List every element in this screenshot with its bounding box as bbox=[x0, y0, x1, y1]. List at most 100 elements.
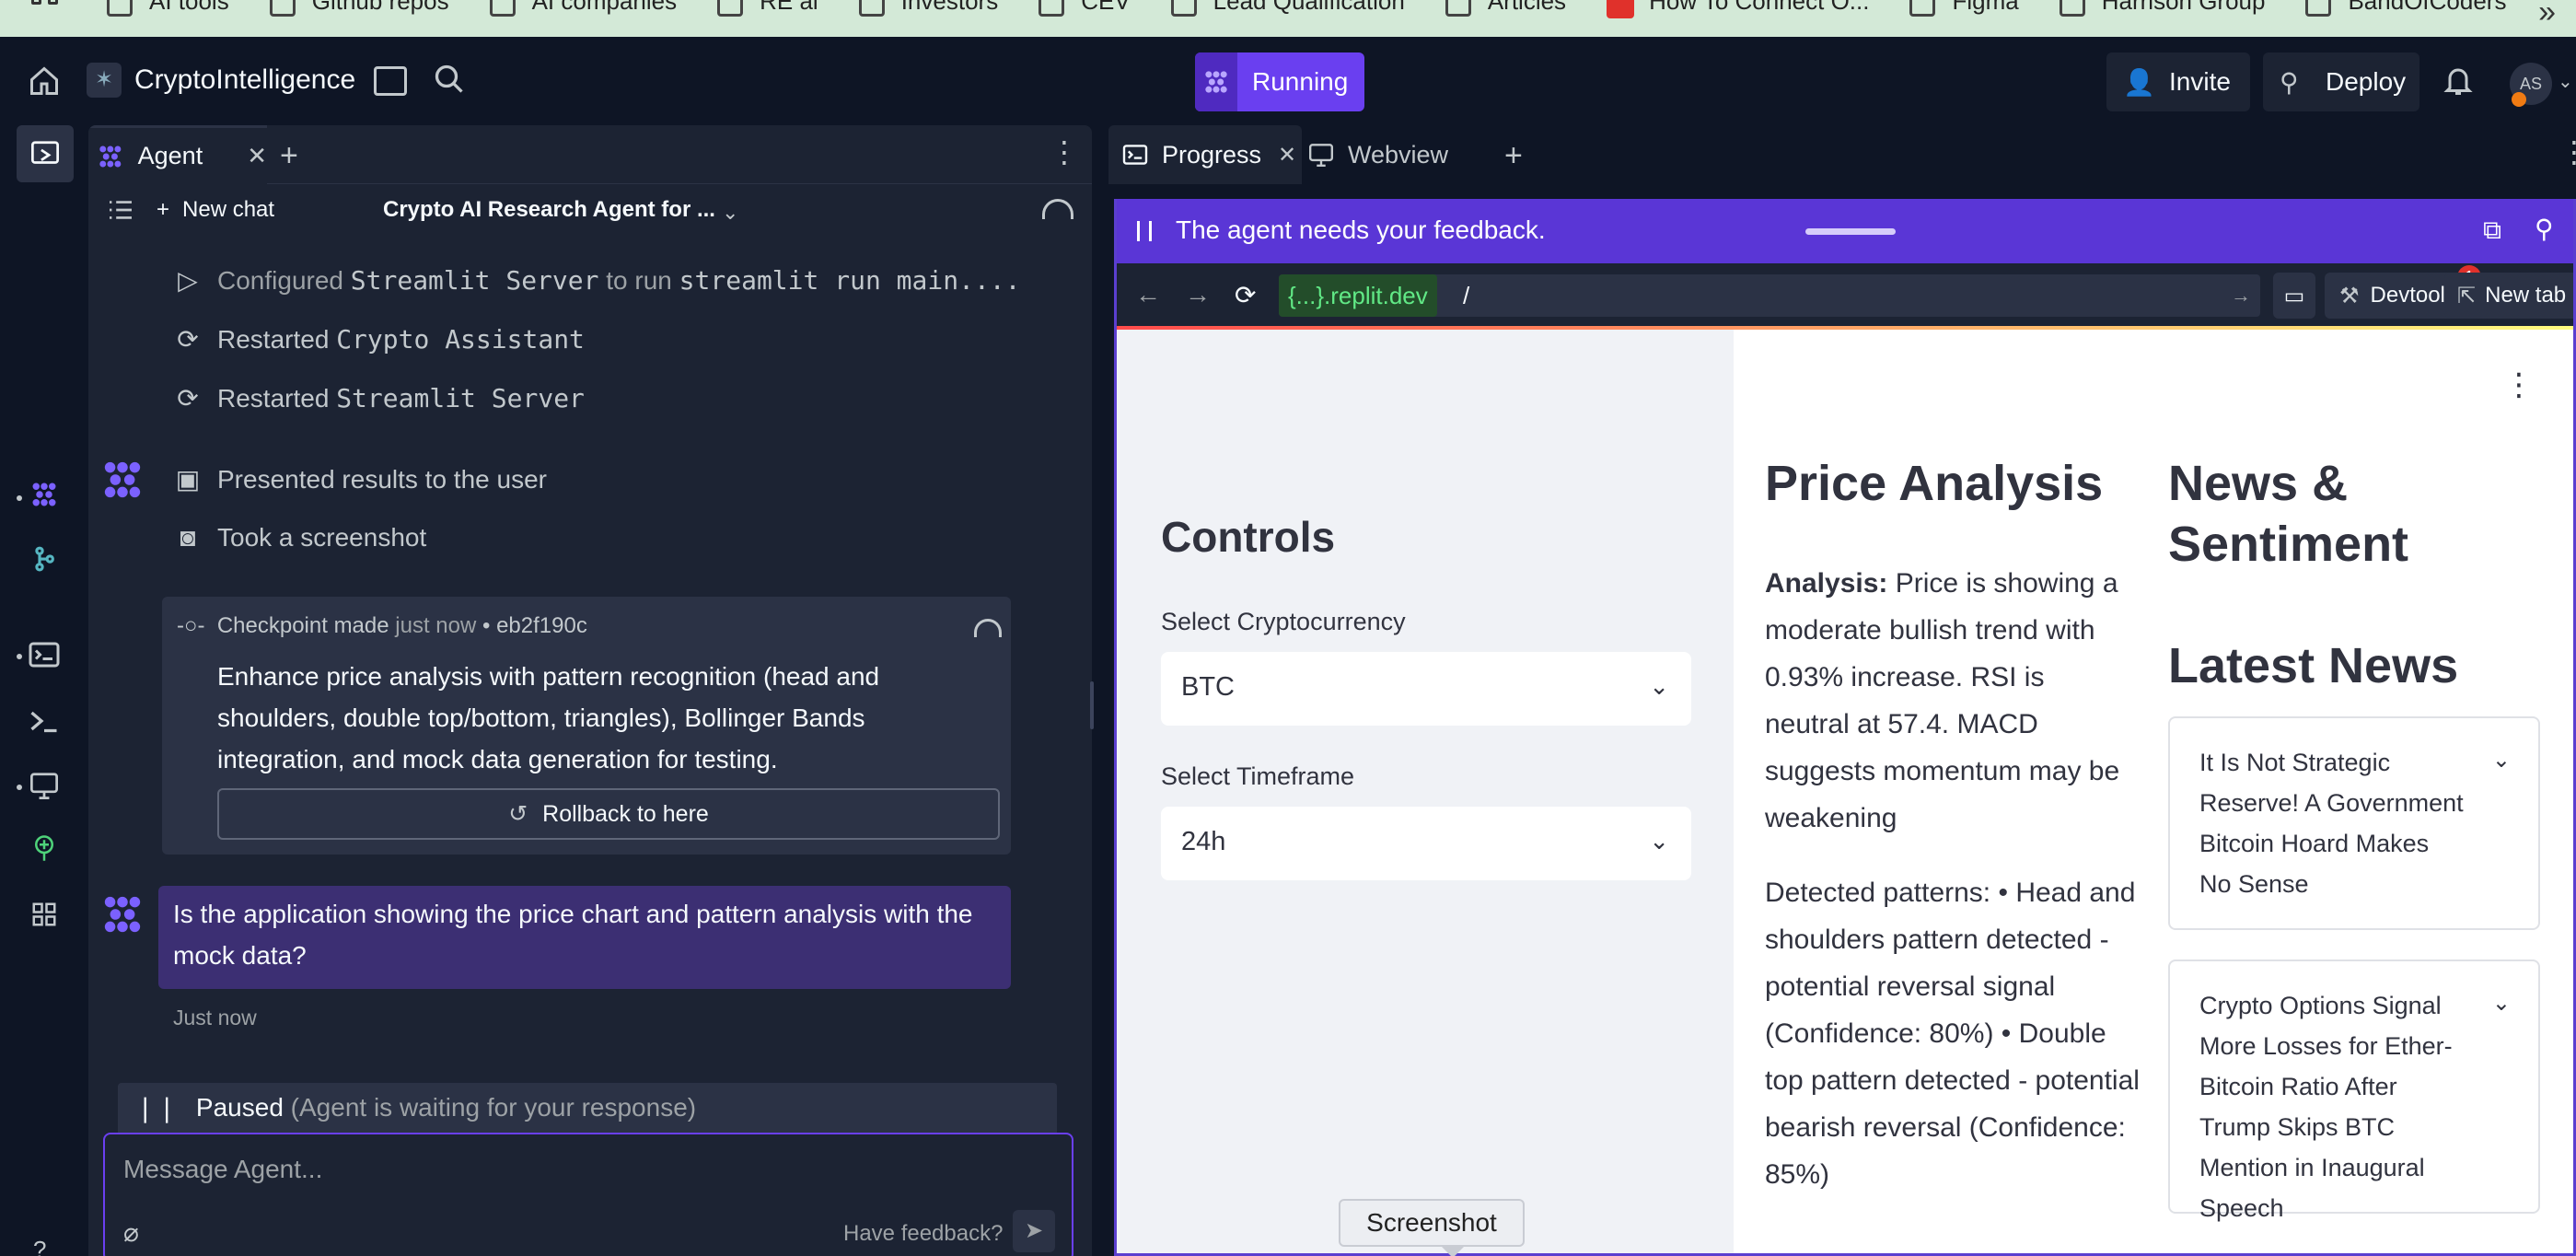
app-menu-icon[interactable]: ⋮ bbox=[2503, 366, 2535, 403]
usage-gauge-icon[interactable] bbox=[1042, 199, 1073, 219]
files-icon[interactable] bbox=[374, 66, 407, 96]
log-item-restarted-server[interactable]: ⟳ Restarted Streamlit Server bbox=[171, 383, 585, 413]
forward-icon[interactable]: → bbox=[1185, 280, 1211, 309]
bookmark-label: Harrison Group bbox=[2101, 0, 2266, 15]
drag-handle[interactable] bbox=[1805, 228, 1896, 235]
chat-toolbar: + New chat Crypto AI Research Agent for .… bbox=[88, 184, 1092, 243]
rail-indicator bbox=[17, 654, 22, 659]
new-chat-button[interactable]: + New chat bbox=[157, 197, 274, 223]
paused-status-bar: ❘❘ Paused (Agent is waiting for your res… bbox=[118, 1083, 1057, 1133]
more-bookmarks-icon[interactable]: » bbox=[2538, 0, 2556, 30]
plus-icon: + bbox=[157, 197, 170, 222]
chevron-down-icon[interactable]: ⌄ bbox=[722, 201, 738, 225]
bookmark-github-repos[interactable]: Github repos bbox=[269, 0, 449, 24]
log-item-configured[interactable]: ▷ Configured Streamlit Server to run str… bbox=[171, 265, 1020, 296]
crypto-select[interactable]: BTC ⌄ bbox=[1161, 652, 1691, 726]
bookmark-articles[interactable]: Articles bbox=[1445, 0, 1566, 24]
agent-avatar-icon bbox=[104, 461, 141, 498]
chat-title[interactable]: Crypto AI Research Agent for ... bbox=[383, 197, 715, 223]
add-tab-icon[interactable]: + bbox=[1504, 138, 1523, 174]
chevron-down-icon: ⌄ bbox=[1649, 672, 1669, 700]
bookmarks-bar: AI tools Github repos AI companies RE ai… bbox=[0, 0, 2576, 37]
timeframe-select[interactable]: 24h ⌄ bbox=[1161, 807, 1691, 880]
tab-webview[interactable]: Webview bbox=[1304, 125, 1488, 184]
shell-icon[interactable] bbox=[28, 707, 61, 735]
timeframe-select-value: 24h bbox=[1181, 827, 1226, 856]
reload-icon[interactable]: ⟳ bbox=[1235, 280, 1256, 310]
rollback-button[interactable]: ↺ Rollback to here bbox=[217, 788, 1000, 840]
bookmark-how-to-connect[interactable]: How To Connect O... bbox=[1607, 0, 1869, 24]
invite-button[interactable]: 👤 Invite bbox=[2106, 52, 2250, 111]
agent-view-button[interactable] bbox=[17, 125, 74, 182]
help-icon[interactable]: ? bbox=[33, 1236, 46, 1256]
log-code: Streamlit Server bbox=[350, 265, 599, 296]
open-external-icon[interactable]: ⧉ bbox=[2483, 215, 2501, 246]
bookmark-label: RE ai bbox=[760, 0, 818, 15]
running-label: Running bbox=[1252, 67, 1349, 96]
device-size-button[interactable]: ▭ bbox=[2273, 273, 2315, 319]
webview-icon[interactable] bbox=[28, 772, 61, 799]
paperclip-icon[interactable]: ⌀ bbox=[123, 1217, 139, 1248]
git-icon[interactable] bbox=[28, 545, 61, 573]
avatar[interactable]: AS bbox=[2510, 63, 2552, 107]
tab-progress[interactable]: Progress ✕ bbox=[1108, 125, 1302, 184]
go-arrow-icon[interactable]: → bbox=[2231, 284, 2251, 308]
new-chat-label: New chat bbox=[182, 197, 275, 222]
log-item-restarted-assistant[interactable]: ⟳ Restarted Crypto Assistant bbox=[171, 324, 585, 355]
bookmark-cev[interactable]: CEV bbox=[1039, 0, 1131, 24]
folder-icon bbox=[1170, 0, 1197, 17]
deploy-button[interactable]: ⚲ Deploy bbox=[2263, 52, 2419, 111]
send-button[interactable]: ➤ bbox=[1013, 1210, 1055, 1252]
more-options-icon[interactable]: ⋮ bbox=[1050, 134, 1079, 169]
bookmark-label: Articles bbox=[1487, 0, 1567, 15]
apps-grid-icon[interactable] bbox=[31, 0, 63, 37]
panel-resize-handle[interactable] bbox=[1090, 681, 1094, 729]
tooltip-label: Screenshot bbox=[1366, 1208, 1497, 1237]
close-icon[interactable]: ✕ bbox=[247, 142, 267, 170]
url-field[interactable]: {...}.replit.dev / → bbox=[1279, 274, 2260, 317]
search-icon[interactable] bbox=[433, 63, 466, 96]
progress-icon[interactable] bbox=[28, 641, 61, 669]
bookmark-lead-qualification[interactable]: Lead Qualification bbox=[1170, 0, 1405, 24]
pin-icon[interactable]: ⚲ bbox=[2535, 214, 2554, 244]
bookmark-investors[interactable]: Investors bbox=[858, 0, 998, 24]
user-message: Is the application showing the price cha… bbox=[158, 886, 1011, 989]
log-item-screenshot[interactable]: ◙ Took a screenshot bbox=[171, 523, 427, 552]
bookmark-ai-companies[interactable]: AI companies bbox=[489, 0, 677, 24]
message-input[interactable] bbox=[123, 1151, 1007, 1188]
chat-history-icon[interactable] bbox=[107, 199, 134, 221]
folder-icon bbox=[269, 0, 296, 17]
bookmark-bandofcoders[interactable]: BandOfCoders bbox=[2305, 0, 2506, 24]
new-tab-button[interactable]: ⇱ New tab bbox=[2444, 273, 2573, 319]
feedback-link[interactable]: Have feedback? bbox=[843, 1221, 1003, 1247]
bookmark-re-ai[interactable]: RE ai bbox=[717, 0, 818, 24]
add-tab-icon[interactable]: + bbox=[280, 138, 298, 174]
agent-logo-icon bbox=[1195, 52, 1237, 111]
news-expander[interactable]: Crypto Options Signal More Losses for Et… bbox=[2168, 959, 2540, 1222]
bookmark-harrison-group[interactable]: Harrison Group bbox=[2059, 0, 2266, 24]
news-headline: Crypto Options Signal More Losses for Et… bbox=[2199, 992, 2453, 1222]
separator: • bbox=[482, 613, 491, 638]
folder-icon bbox=[1909, 0, 1936, 17]
more-options-icon[interactable]: ⋮ bbox=[2559, 134, 2576, 169]
tab-agent[interactable]: Agent ✕ bbox=[88, 125, 267, 184]
chevron-down-icon[interactable]: ⌄ bbox=[2558, 70, 2573, 93]
all-tools-icon[interactable] bbox=[28, 901, 61, 928]
back-icon[interactable]: ← bbox=[1135, 280, 1161, 309]
bookmark-figma[interactable]: Figma bbox=[1909, 0, 2019, 24]
checkpoint-hash[interactable]: eb2f190c bbox=[496, 613, 587, 638]
home-icon[interactable] bbox=[28, 64, 61, 98]
log-item-presented[interactable]: ▣ Presented results to the user bbox=[171, 464, 547, 494]
agent-logo-icon[interactable] bbox=[28, 481, 61, 508]
bell-icon[interactable] bbox=[2442, 64, 2475, 98]
deployments-icon[interactable] bbox=[28, 834, 61, 862]
agent-tab-bar: Agent ✕ + ⋮ bbox=[88, 125, 1092, 184]
news-expander[interactable]: It Is Not Strategic Reserve! A Governmen… bbox=[2168, 716, 2540, 930]
running-button[interactable]: Running bbox=[1195, 52, 1364, 111]
app-name[interactable]: CryptoIntelligence bbox=[134, 64, 355, 96]
bookmark-ai-tools[interactable]: AI tools bbox=[107, 0, 229, 24]
paused-label: Paused bbox=[195, 1093, 284, 1122]
tab-label: Agent bbox=[137, 142, 203, 169]
usage-gauge-icon[interactable] bbox=[974, 619, 1002, 637]
close-icon[interactable]: ✕ bbox=[1278, 142, 1296, 169]
